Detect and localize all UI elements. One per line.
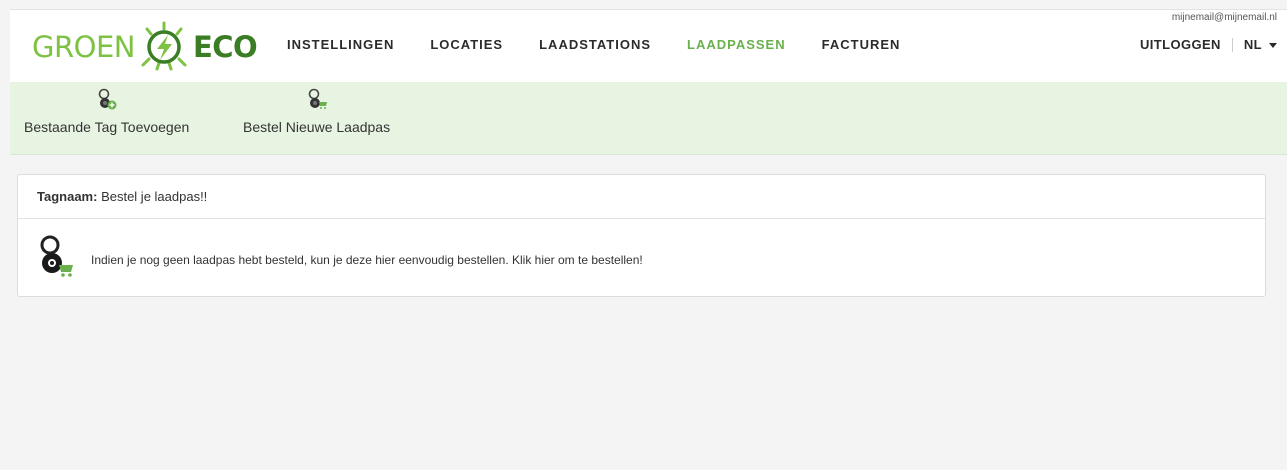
tag-name-label: Tagnaam: [37, 189, 98, 204]
nav-item-facturen[interactable]: FACTUREN [822, 37, 901, 52]
card-body: Indien je nog geen laadpas hebt besteld,… [18, 219, 1265, 297]
tag-cart-icon [308, 88, 327, 109]
tag-add-icon [98, 88, 117, 110]
logout-link[interactable]: UITLOGGEN [1140, 37, 1221, 52]
nav-item-laadstations[interactable]: LAADSTATIONS [539, 37, 651, 52]
order-pass-link[interactable]: Indien je nog geen laadpas hebt besteld,… [91, 253, 643, 267]
add-existing-tag-button[interactable]: Bestaande Tag Toevoegen [24, 88, 189, 135]
nav-item-instellingen[interactable]: INSTELLINGEN [287, 37, 394, 52]
tag-card: Tagnaam: Bestel je laadpas!! Indien je n… [17, 174, 1266, 297]
navbar: GROEN ECO INSTELLINGEN LOCATIES LAADSTAT… [10, 10, 1287, 82]
caret-down-icon [1269, 43, 1277, 49]
action-toolbar: Bestaande Tag Toevoegen Bestel Nieuwe La… [10, 82, 1287, 155]
logo-text-eco: ECO [192, 29, 258, 64]
order-new-pass-button[interactable]: Bestel Nieuwe Laadpas [243, 88, 390, 135]
tag-cart-icon [40, 235, 73, 277]
nav-item-locaties[interactable]: LOCATIES [430, 37, 503, 52]
tag-name-value: Bestel je laadpas!! [101, 189, 208, 204]
divider [1231, 37, 1233, 52]
user-email: mijnemail@mijnemail.nl [1171, 12, 1277, 23]
add-existing-tag-label: Bestaande Tag Toevoegen [24, 119, 190, 135]
logo-text-groen: GROEN [32, 29, 135, 64]
language-label: NL [1243, 37, 1262, 52]
account-area: mijnemail@mijnemail.nl UITLOGGEN NL [1140, 12, 1277, 52]
lightning-logo-icon [141, 21, 187, 71]
order-new-pass-label: Bestel Nieuwe Laadpas [243, 119, 391, 135]
card-header: Tagnaam: Bestel je laadpas!! [18, 175, 1265, 219]
nav-item-laadpassen[interactable]: LAADPASSEN [687, 37, 786, 52]
logo[interactable]: GROEN ECO [32, 21, 258, 73]
main-nav: INSTELLINGEN LOCATIES LAADSTATIONS LAADP… [287, 37, 936, 52]
language-dropdown[interactable]: NL [1244, 37, 1277, 52]
